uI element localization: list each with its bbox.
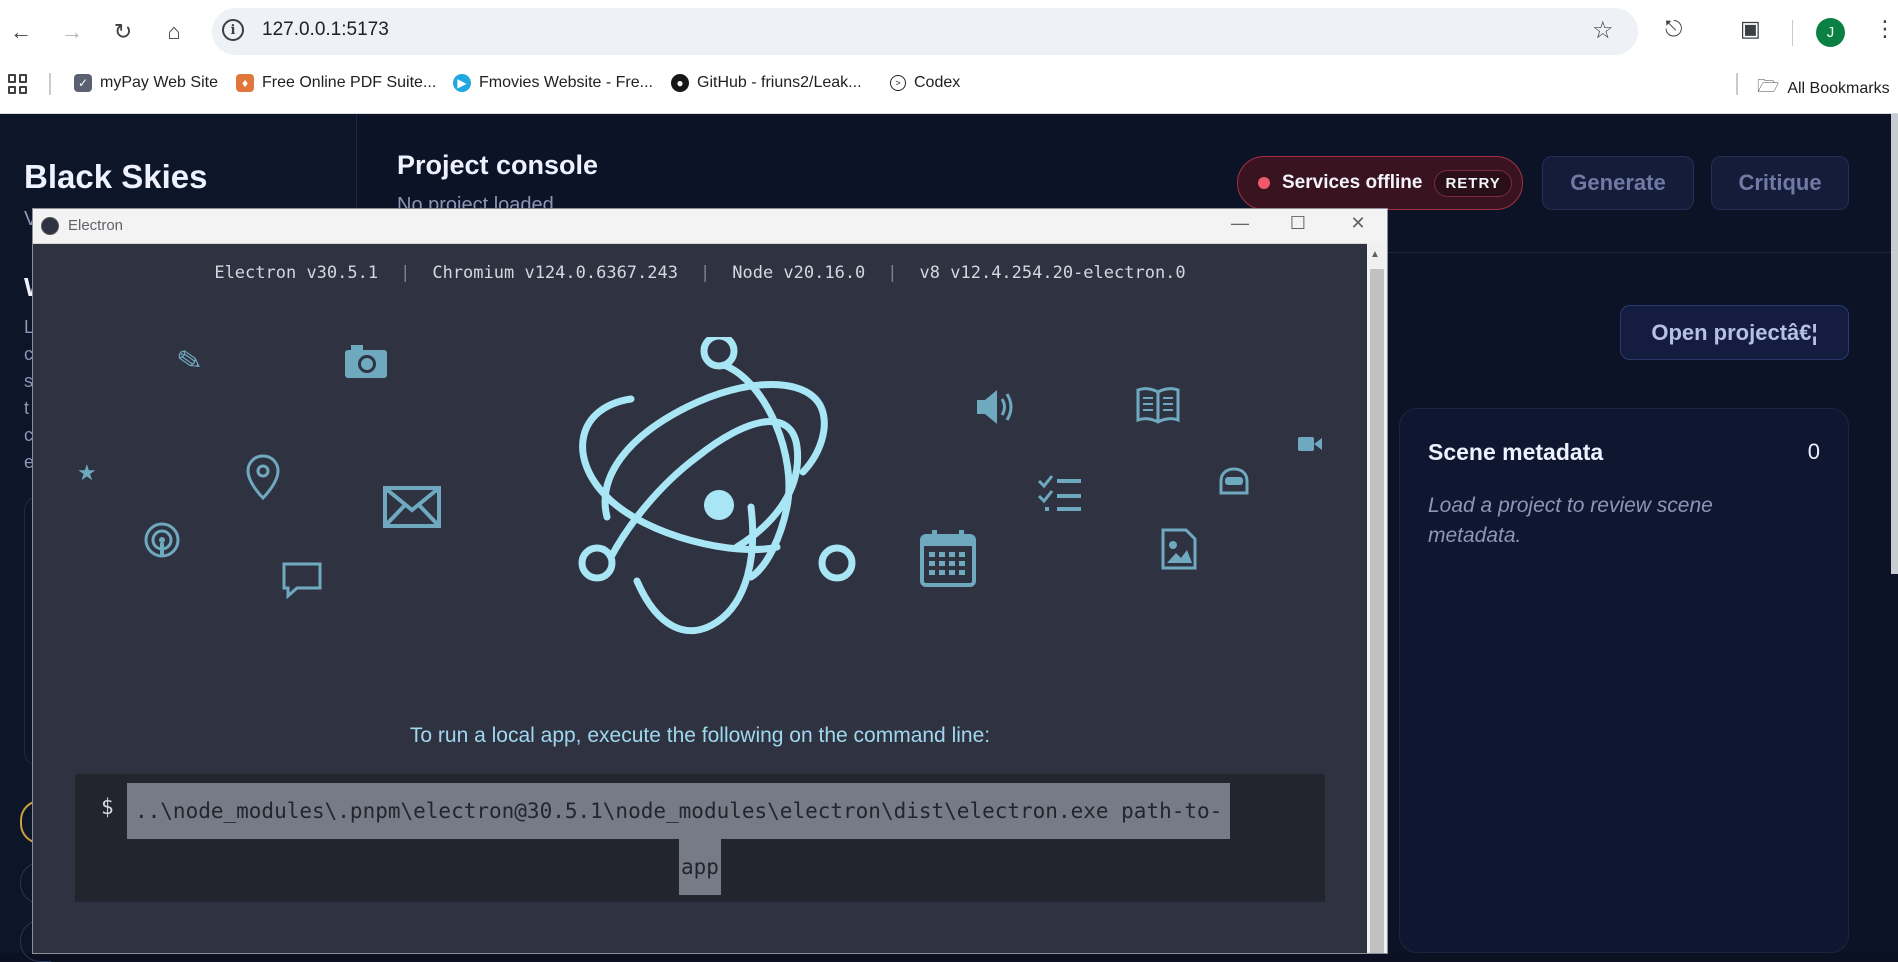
bookmark-pdf-suite[interactable]: ♦ Free Online PDF Suite...: [236, 74, 436, 92]
all-bookmarks-label: All Bookmarks: [1787, 80, 1890, 97]
home-icon[interactable]: ⌂: [157, 15, 191, 49]
maximize-icon[interactable]: ☐: [1283, 213, 1313, 234]
bookmark-label: Fmovies Website - Fre...: [479, 74, 653, 91]
github-icon: ●: [671, 74, 689, 92]
bookmark-label: Free Online PDF Suite...: [262, 74, 437, 91]
bookmark-github[interactable]: ● GitHub - friuns2/Leak...: [671, 74, 862, 92]
speaker-icon: [973, 387, 1019, 432]
scene-metadata-panel: Scene metadata 0 Load a project to revie…: [1399, 408, 1849, 953]
electron-logo-icon: [537, 332, 867, 652]
bookmark-mypay[interactable]: ✓ myPay Web Site: [74, 74, 218, 92]
toolbar-divider: [1792, 20, 1793, 46]
bookmark-label: Codex: [914, 74, 961, 91]
status-dot-icon: [1258, 177, 1270, 189]
pdf-suite-icon: ♦: [236, 74, 254, 92]
bookmark-divider: [49, 73, 51, 95]
electron-titlebar[interactable]: Electron — ☐ ✕: [33, 209, 1387, 244]
bookmark-label: GitHub - friuns2/Leak...: [697, 74, 862, 91]
cast-search-icon[interactable]: ▣: [1740, 16, 1761, 42]
electron-version: Electron v30.5.1: [214, 263, 379, 283]
bookmark-codex[interactable]: > Codex: [890, 74, 960, 92]
fmovies-icon: ▶: [453, 74, 471, 92]
critique-button[interactable]: Critique: [1711, 156, 1849, 210]
checklist-icon: [1037, 473, 1083, 518]
robot-icon: [1217, 467, 1251, 502]
page-title: Project console: [397, 150, 599, 180]
extensions-icon[interactable]: ⎋: [1665, 16, 1682, 42]
reload-icon[interactable]: ↻: [106, 15, 140, 49]
mypay-icon: ✓: [74, 74, 92, 92]
pencil-icon: ✎: [174, 343, 205, 380]
location-pin-icon: [246, 454, 280, 505]
close-icon[interactable]: ✕: [1343, 213, 1373, 234]
codex-icon: >: [890, 75, 906, 91]
electron-window: Electron — ☐ ✕ Electron v30.5.1 | Chromium…: [33, 209, 1387, 953]
electron-app-icon: [41, 217, 59, 235]
bookmark-fmovies[interactable]: ▶ Fmovies Website - Fre...: [453, 74, 653, 92]
image-icon: [1161, 528, 1197, 575]
chromium-version: Chromium v124.0.6367.243: [432, 263, 678, 283]
prompt-symbol: $: [101, 795, 114, 819]
scene-metadata-empty: Load a project to review scene metadata.: [1428, 494, 1713, 547]
camera-icon: [343, 342, 389, 385]
url-text[interactable]: 127.0.0.1:5173: [262, 19, 389, 41]
command-text-continued[interactable]: app: [679, 839, 721, 895]
version-separator: |: [400, 263, 411, 283]
podcast-icon: [143, 521, 181, 564]
services-status-badge: Services offline RETRY: [1237, 156, 1523, 210]
run-hint-text: To run a local app, execute the followin…: [409, 724, 991, 747]
version-list: Electron v30.5.1 | Chromium v124.0.6367.24…: [33, 263, 1367, 283]
forward-arrow-icon[interactable]: →: [55, 15, 89, 49]
star-icon: ★: [77, 460, 97, 485]
chat-bubble-icon: [281, 561, 323, 604]
version-separator: |: [699, 263, 711, 283]
book-icon: [1136, 386, 1180, 429]
address-bar[interactable]: [212, 8, 1638, 55]
window-title: Electron: [68, 217, 124, 234]
node-version: Node v20.16.0: [732, 263, 866, 283]
menu-kebab-icon[interactable]: ⋮: [1874, 16, 1896, 42]
site-info-icon[interactable]: i: [222, 19, 244, 41]
brand-title: Black Skies: [24, 158, 208, 195]
video-camera-icon: [1297, 434, 1323, 459]
minimize-icon[interactable]: —: [1225, 213, 1255, 234]
command-text[interactable]: ..\node_modules\.pnpm\electron@30.5.1\no…: [127, 783, 1231, 839]
retry-button[interactable]: RETRY: [1434, 169, 1512, 197]
apps-grid-icon[interactable]: [8, 74, 28, 94]
electron-scrollbar-thumb[interactable]: [1370, 269, 1384, 953]
mail-icon: [383, 486, 441, 533]
folder-icon: 🗁: [1757, 76, 1780, 96]
profile-avatar[interactable]: J: [1816, 18, 1845, 47]
bookmark-star-icon[interactable]: ☆: [1592, 16, 1614, 45]
page-scrollbar[interactable]: [1891, 114, 1898, 574]
bookmark-divider: [1736, 73, 1738, 95]
status-text: Services offline: [1282, 172, 1423, 193]
command-box[interactable]: $ ..\node_modules\.pnpm\electron@30.5.1\…: [75, 774, 1325, 902]
generate-button[interactable]: Generate: [1542, 156, 1694, 210]
version-separator: |: [887, 263, 898, 283]
calendar-icon: [919, 528, 977, 593]
bookmark-label: myPay Web Site: [100, 74, 218, 91]
all-bookmarks[interactable]: 🗁 All Bookmarks: [1757, 74, 1890, 104]
v8-version: v8 v12.4.254.20-electron.0: [919, 263, 1186, 283]
scene-metadata-count: 0: [1807, 439, 1820, 464]
open-project-button[interactable]: Open projectâ€¦: [1620, 305, 1849, 360]
browser-toolbar: ← → ↻ ⌂ i 127.0.0.1:5173 ☆ ⎋ ▣ J ⋮ ✓ myP…: [0, 0, 1898, 114]
back-arrow-icon[interactable]: ←: [4, 15, 38, 49]
scroll-up-arrow-icon[interactable]: ▲: [1370, 249, 1380, 260]
scene-metadata-title: Scene metadata: [1428, 439, 1604, 465]
